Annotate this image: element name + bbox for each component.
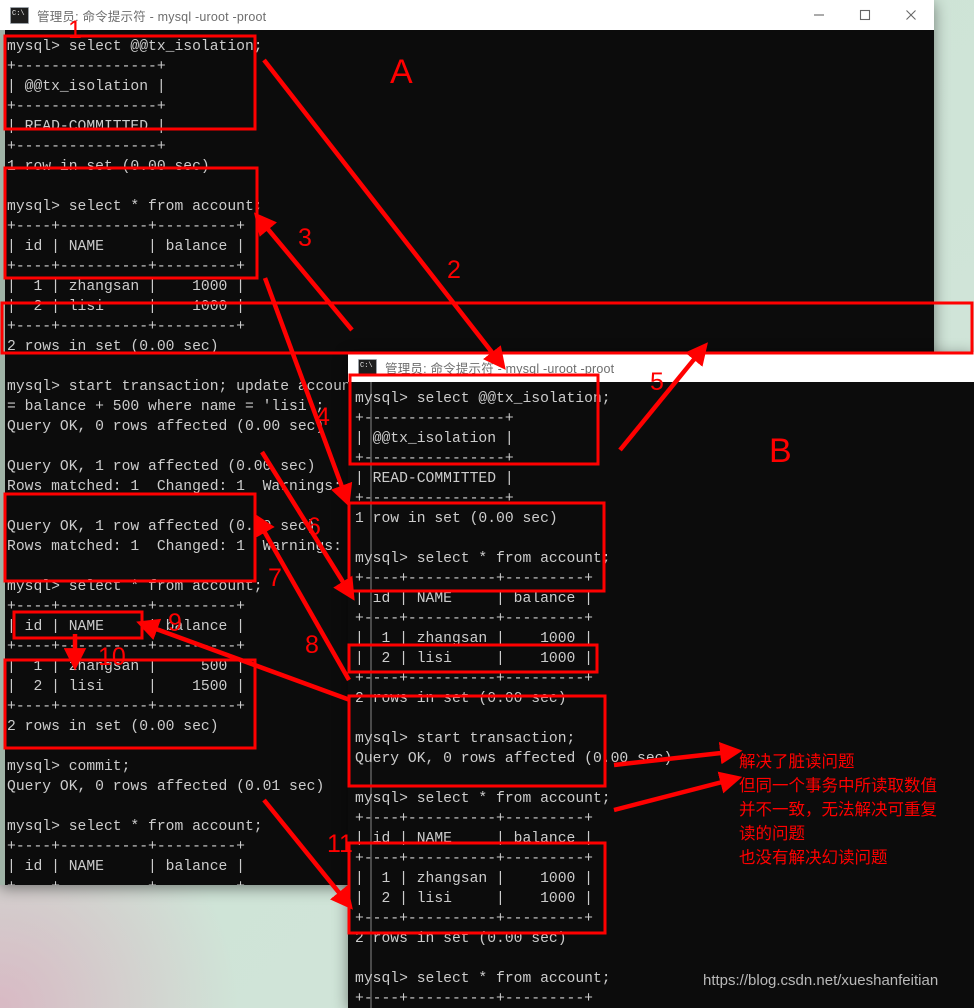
step-number-9: 9 (168, 609, 182, 637)
step-number-5: 5 (650, 368, 664, 396)
annotation-note-4: 读的问题 (739, 825, 805, 843)
minimize-icon[interactable] (796, 0, 842, 30)
console-a-left-gutter (0, 30, 5, 885)
window-a-titlebar[interactable]: 管理员: 命令提示符 - mysql -uroot -proot (0, 0, 934, 30)
window-a-controls (796, 0, 934, 30)
step-number-8: 8 (305, 631, 319, 659)
console-b-text: mysql> select @@tx_isolation; +---------… (355, 391, 673, 1007)
cmd-icon (358, 358, 377, 376)
annotation-note-5: 也没有解决幻读问题 (739, 849, 888, 867)
step-number-3: 3 (298, 224, 312, 252)
annotation-note-2: 但同一个事务中所读取数值 (739, 777, 937, 795)
window-b-title: 管理员: 命令提示符 - mysql -uroot -proot (385, 361, 615, 376)
step-number-10: 10 (98, 643, 126, 671)
step-number-6: 6 (307, 513, 321, 541)
step-number-7: 7 (268, 564, 282, 592)
section-label-a: A (390, 53, 413, 91)
step-number-1: 1 (68, 16, 82, 44)
annotation-note-3: 并不一致，无法解决可重复 (739, 801, 937, 819)
step-number-4: 4 (316, 403, 330, 431)
window-b-console[interactable]: mysql> select @@tx_isolation; +---------… (348, 382, 974, 1008)
close-icon[interactable] (888, 0, 934, 30)
cmd-icon (10, 6, 29, 24)
step-number-2: 2 (447, 256, 461, 284)
watermark: https://blog.csdn.net/xueshanfeitian (703, 972, 939, 989)
annotation-note-1: 解决了脏读问题 (739, 753, 855, 771)
cmd-window-b[interactable]: 管理员: 命令提示符 - mysql -uroot -proot mysql> … (348, 352, 974, 1008)
step-number-11: 11 (327, 830, 353, 858)
section-label-b: B (769, 432, 792, 470)
maximize-icon[interactable] (842, 0, 888, 30)
